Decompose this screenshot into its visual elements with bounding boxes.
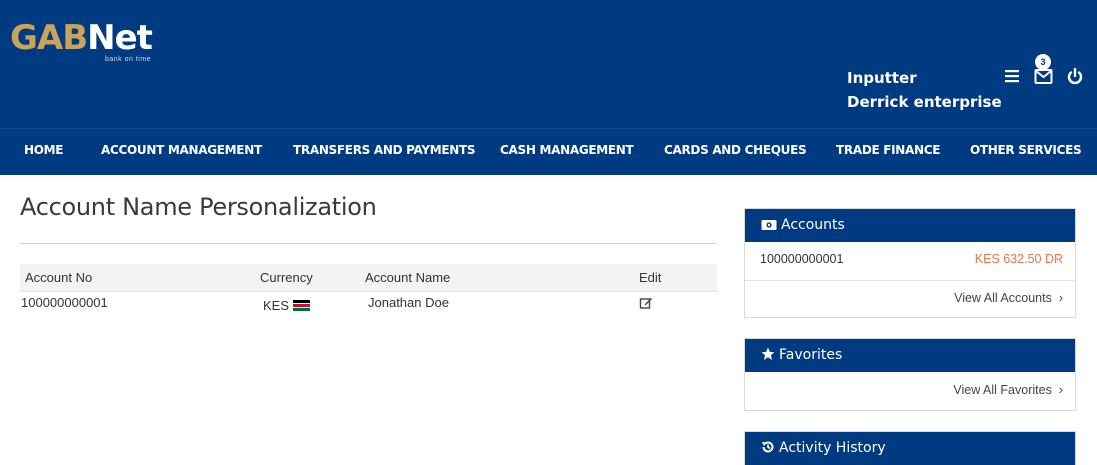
user-info: Inputter Derrick enterprise [847,66,1002,114]
history-icon [762,441,774,453]
favorites-panel-title: Favorites [779,347,843,363]
edit-icon[interactable] [639,296,653,315]
page-title: Account Name Personalization [20,193,377,221]
col-currency: Currency [260,270,313,285]
chevron-right-icon: › [1058,383,1063,397]
user-role: Inputter [847,69,917,87]
account-row-number: 100000000001 [760,252,844,266]
activity-panel-header: Activity History [745,432,1075,465]
messages-count-badge: 3 [1035,54,1051,70]
accounts-panel: Accounts 100000000001 KES 632.50 DR View… [744,208,1076,318]
view-all-accounts-row: View All Accounts › [745,281,1075,317]
nav-account-management[interactable]: ACCOUNT MANAGEMENT [101,129,262,175]
nav-other-services[interactable]: OTHER SERVICES [970,129,1082,175]
activity-panel-title: Activity History [779,440,886,456]
table-header: Account No Currency Account Name Edit [20,264,717,292]
view-all-accounts-label: View All Accounts [954,291,1052,305]
main-nav: HOME ACCOUNT MANAGEMENT TRANSFERS AND PA… [0,128,1097,175]
nav-home[interactable]: HOME [24,129,63,175]
logo-gab: GAB [10,18,88,58]
logo-tagline: bank on time [105,56,152,63]
col-account-name: Account Name [365,270,451,285]
view-all-favorites-link[interactable]: View All Favorites › [953,383,1063,397]
view-all-favorites-label: View All Favorites [953,383,1052,397]
row-currency: KES [263,296,311,316]
money-icon [761,220,777,230]
hamburger-icon[interactable] [1003,64,1025,94]
header-bar: GABNet bank on time Inputter Derrick ent… [0,0,1097,128]
logo-wordmark: GABNet [10,18,153,58]
favorites-panel: Favorites View All Favorites › [744,338,1076,411]
currency-code: KES [263,298,290,313]
view-all-favorites-row: View All Favorites › [745,372,1075,410]
nav-transfers-and-payments[interactable]: TRANSFERS AND PAYMENTS [293,129,476,175]
logo-net: Net [87,18,153,58]
star-icon [761,347,775,360]
chevron-right-icon: › [1058,291,1063,305]
view-all-accounts-link[interactable]: View All Accounts › [954,291,1063,305]
company-name: Derrick enterprise [847,93,1002,111]
nav-cash-management[interactable]: CASH MANAGEMENT [500,129,634,175]
account-row-balance: KES 632.50 DR [974,252,1063,266]
nav-trade-finance[interactable]: TRADE FINANCE [836,129,941,175]
kenya-flag-icon [293,300,311,311]
col-account-no: Account No [25,270,93,285]
row-account-no: 100000000001 [21,295,108,310]
accounts-panel-title: Accounts [781,217,845,233]
activity-panel: Activity History [744,431,1076,465]
col-edit: Edit [639,270,662,285]
nav-cards-and-cheques[interactable]: CARDS AND CHEQUES [664,129,807,175]
title-divider [20,243,717,244]
favorites-panel-header: Favorites [745,339,1075,372]
account-row[interactable]: 100000000001 KES 632.50 DR [745,242,1075,281]
power-icon[interactable] [1064,64,1086,94]
row-account-name: Jonathan Doe [368,295,449,310]
accounts-panel-header: Accounts [745,209,1075,242]
